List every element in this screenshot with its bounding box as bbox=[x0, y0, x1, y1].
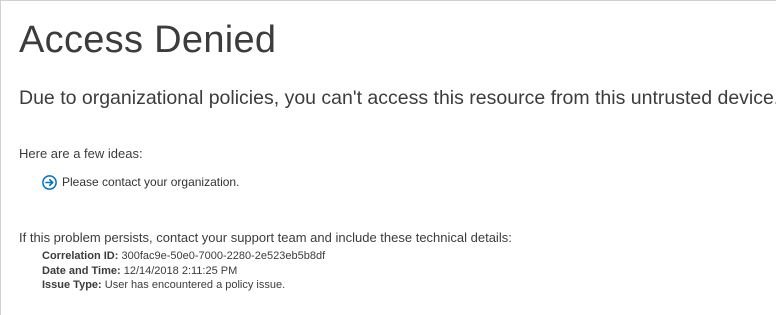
idea-item-contact-organization[interactable]: Please contact your organization. bbox=[42, 172, 239, 192]
idea-label: Please contact your organization. bbox=[62, 175, 240, 189]
detail-row-issue-type: Issue Type: User has encountered a polic… bbox=[42, 278, 325, 293]
detail-value: 300fac9e-50e0-7000-2280-2e523eb5b8df bbox=[121, 250, 326, 262]
page-title: Access Denied bbox=[19, 19, 277, 61]
detail-key: Date and Time: bbox=[42, 264, 121, 277]
access-denied-page: Access Denied Due to organizational poli… bbox=[0, 0, 776, 315]
detail-key: Correlation ID: bbox=[42, 250, 119, 262]
support-instructions: If this problem persists, contact your s… bbox=[19, 230, 512, 245]
detail-value: User has encountered a policy issue. bbox=[104, 279, 286, 291]
detail-row-correlation-id: Correlation ID: 300fac9e-50e0-7000-2280-… bbox=[42, 249, 325, 264]
detail-key: Issue Type: bbox=[42, 279, 102, 291]
technical-details: Correlation ID: 300fac9e-50e0-7000-2280-… bbox=[42, 249, 325, 293]
arrow-circle-right-icon bbox=[42, 174, 57, 190]
detail-row-date-time: Date and Time: 12/14/2018 2:11:25 PM bbox=[42, 264, 325, 279]
detail-value: 12/14/2018 2:11:25 PM bbox=[123, 264, 238, 277]
ideas-heading: Here are a few ideas: bbox=[19, 146, 143, 161]
page-subtitle: Due to organizational policies, you can'… bbox=[19, 87, 776, 109]
